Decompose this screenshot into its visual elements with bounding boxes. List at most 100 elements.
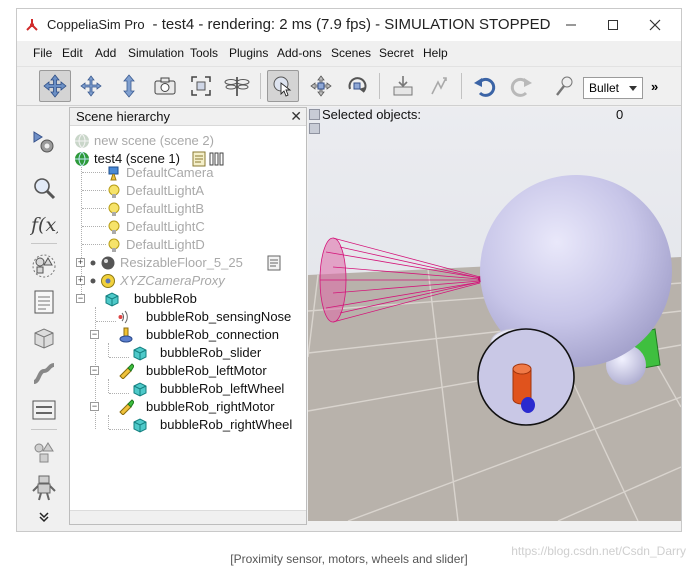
undo-button[interactable] xyxy=(469,70,501,102)
tree-item-bubblerob[interactable]: − bubbleRob xyxy=(74,290,306,308)
scripts-button[interactable] xyxy=(29,287,59,317)
transfer-dna-button[interactable] xyxy=(423,70,455,102)
scene-viewport[interactable]: Selected objects: 0 xyxy=(308,107,681,521)
redo-button[interactable] xyxy=(505,70,537,102)
window-status-title: - test4 - rendering: 2 ms (7.9 fps) - SI… xyxy=(152,16,551,33)
camera-rotate-button[interactable] xyxy=(75,70,107,102)
toolbar-separator xyxy=(260,73,261,99)
toolbar-separator xyxy=(31,243,57,244)
tree-item-force-sensor[interactable]: − bubbleRob_connection xyxy=(74,326,306,344)
tree-item-label: bubbleRob xyxy=(134,291,197,306)
horizontal-scrollbar[interactable] xyxy=(70,510,306,524)
menu-tools[interactable]: Tools xyxy=(190,46,218,60)
script-document-icon[interactable] xyxy=(266,255,282,271)
tree-item-floor[interactable]: + ResizableFloor_5_25 xyxy=(74,254,306,272)
object-shift-button[interactable] xyxy=(305,70,337,102)
tree-item-camera[interactable]: DefaultCamera xyxy=(106,164,286,182)
selected-objects-label: Selected objects: xyxy=(322,107,422,122)
tree-item-label: DefaultLightD xyxy=(126,237,205,252)
collapse-toggle[interactable]: − xyxy=(90,330,99,339)
menu-add-ons[interactable]: Add-ons xyxy=(277,46,322,60)
menu-add[interactable]: Add xyxy=(95,46,116,60)
menu-secret[interactable]: Secret xyxy=(379,46,414,60)
figure-caption: [Proximity sensor, motors, wheels and sl… xyxy=(230,552,468,566)
physics-engine-select[interactable]: Bullet xyxy=(583,77,643,99)
camera-zoom-button[interactable] xyxy=(113,70,145,102)
assemble-button[interactable] xyxy=(387,70,419,102)
tree-item-light[interactable]: DefaultLightB xyxy=(106,200,286,218)
undo-icon xyxy=(474,77,496,97)
revolute-joint-icon xyxy=(119,399,134,415)
tree-item-label: bubbleRob_sensingNose xyxy=(146,309,292,324)
collapse-toggle[interactable]: − xyxy=(90,402,99,411)
robot-models-button[interactable] xyxy=(29,473,59,503)
svg-text:f(x): f(x) xyxy=(30,214,58,236)
view-toggle-button[interactable] xyxy=(309,109,320,120)
collapse-toggle[interactable]: − xyxy=(76,294,85,303)
toolbar-separator xyxy=(461,73,462,99)
object-rotate-button[interactable] xyxy=(341,70,373,102)
model-browser-button[interactable] xyxy=(29,173,59,203)
tree-item-light[interactable]: DefaultLightC xyxy=(106,218,286,236)
scene-item-inactive[interactable]: new scene (scene 2) xyxy=(74,132,294,150)
menu-file[interactable]: File xyxy=(33,46,52,60)
user-settings-button[interactable] xyxy=(29,395,59,425)
view-toggle-button[interactable] xyxy=(309,123,320,134)
shape-edit-button[interactable] xyxy=(29,323,59,353)
tree-item-right-motor[interactable]: − bubbleRob_rightMotor xyxy=(74,398,306,416)
close-icon xyxy=(649,19,661,31)
toolbar-expand-button[interactable] xyxy=(29,507,59,527)
maximize-button[interactable] xyxy=(593,9,633,41)
minimize-button[interactable] xyxy=(551,9,591,41)
tree-item-left-wheel[interactable]: bubbleRob_leftWheel xyxy=(74,380,306,398)
transfer-dna-icon xyxy=(431,77,447,95)
fly-mode-button[interactable] xyxy=(221,70,253,102)
tree-item-left-motor[interactable]: − bubbleRob_leftMotor xyxy=(74,362,306,380)
path-edit-button[interactable] xyxy=(29,359,59,389)
tree-item-slider[interactable]: bubbleRob_slider xyxy=(74,344,306,362)
scene-hierarchy-title: Scene hierarchy xyxy=(76,109,170,124)
main-toolbar: Bullet » xyxy=(17,66,681,106)
expand-toggle[interactable]: + xyxy=(76,276,85,285)
simulation-settings-button[interactable] xyxy=(29,127,59,157)
magnifier-probe-icon xyxy=(556,76,573,96)
collections-button[interactable] xyxy=(29,251,59,281)
path-curve-icon xyxy=(33,363,55,384)
move-arrows-icon xyxy=(43,74,67,98)
calculation-modules-button[interactable]: f(x) xyxy=(29,209,59,239)
menu-help[interactable]: Help xyxy=(423,46,448,60)
primitive-shapes-button[interactable] xyxy=(29,437,59,467)
camera-angle-button[interactable] xyxy=(149,70,181,102)
menu-scenes[interactable]: Scenes xyxy=(331,46,371,60)
light-bulb-icon xyxy=(108,220,120,234)
primitive-shapes-icon xyxy=(34,442,54,463)
tree-item-label: bubbleRob_rightWheel xyxy=(160,417,293,432)
dot-icon xyxy=(90,260,96,266)
tree-item-label: ResizableFloor_5_25 xyxy=(120,255,243,270)
dummy-sphere-icon xyxy=(101,274,115,288)
tree-item-proximity-sensor[interactable]: bubbleRob_sensingNose xyxy=(74,308,306,326)
menu-plugins[interactable]: Plugins xyxy=(229,46,268,60)
close-hierarchy-button[interactable]: ✕ xyxy=(290,108,302,125)
fit-to-view-button[interactable] xyxy=(185,70,217,102)
close-window-button[interactable] xyxy=(635,9,675,41)
dynamics-toggle-button[interactable] xyxy=(549,70,581,102)
expand-toggle[interactable]: + xyxy=(76,258,85,267)
tree-item-light[interactable]: DefaultLightD xyxy=(106,236,286,254)
tree-item-camera-proxy[interactable]: + XYZCameraProxy xyxy=(74,272,306,290)
physics-engine-value: Bullet xyxy=(589,81,620,95)
toolbar-overflow-button[interactable]: » xyxy=(651,79,658,94)
tree-item-label: bubbleRob_slider xyxy=(160,345,262,360)
object-select-button[interactable] xyxy=(267,70,299,102)
toolbar-separator xyxy=(31,429,57,430)
search-icon xyxy=(34,178,56,200)
light-bulb-icon xyxy=(108,184,120,198)
camera-pan-button[interactable] xyxy=(39,70,71,102)
tree-item-right-wheel[interactable]: bubbleRob_rightWheel xyxy=(74,416,306,434)
menu-edit[interactable]: Edit xyxy=(62,46,83,60)
collapse-toggle[interactable]: − xyxy=(90,366,99,375)
chevron-down-icon xyxy=(629,86,637,91)
menu-simulation[interactable]: Simulation xyxy=(128,46,184,60)
resize-grip[interactable] xyxy=(308,521,681,531)
tree-item-light[interactable]: DefaultLightA xyxy=(106,182,286,200)
